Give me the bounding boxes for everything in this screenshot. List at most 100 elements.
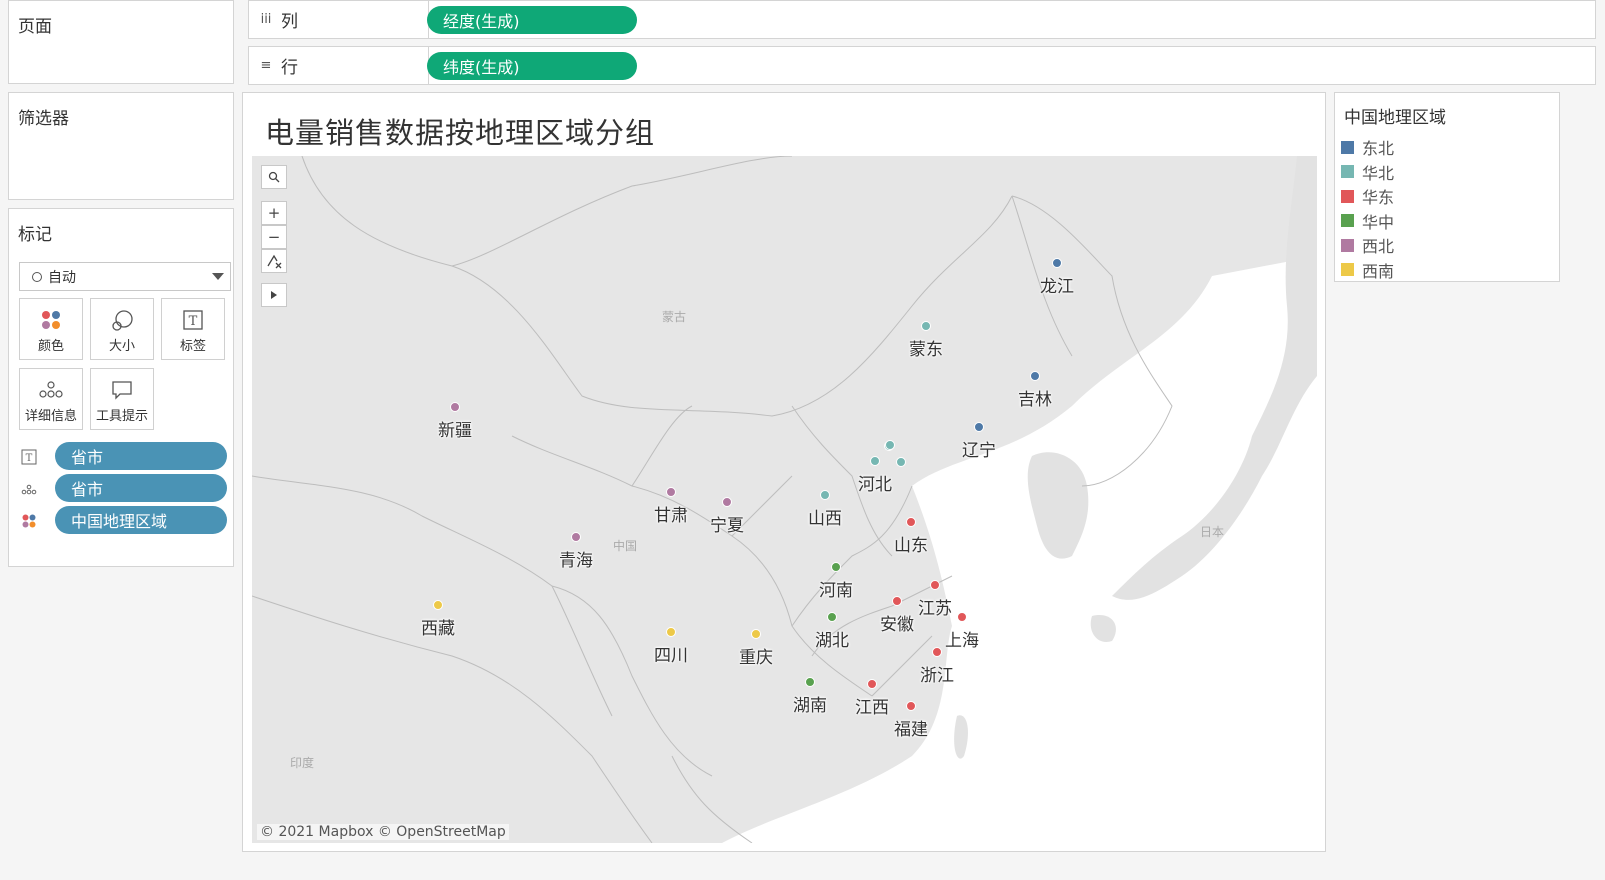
pages-title: 页面 xyxy=(18,17,52,37)
province-mark[interactable] xyxy=(433,600,443,610)
field-pill-province-label[interactable]: 省市 xyxy=(55,442,227,470)
columns-label: 列 xyxy=(281,12,298,32)
rows-shelf[interactable]: ≡ 行 纬度(生成) xyxy=(248,46,1596,85)
mark-type-dropdown[interactable]: 自动 xyxy=(19,262,231,291)
mark-type-value: 自动 xyxy=(48,269,76,286)
province-label: 宁夏 xyxy=(710,516,744,536)
province-mark[interactable] xyxy=(820,490,830,500)
province-label: 山西 xyxy=(808,509,842,529)
map[interactable]: 蒙古 中国 日本 印度 + − 龙江 吉林 辽宁 蒙东 河北 山西 山东 江苏 安徽 上海 浙江 江西… xyxy=(252,156,1317,843)
zoom-out-button[interactable]: − xyxy=(261,225,287,249)
legend-item[interactable]: 华中 xyxy=(1341,209,1394,233)
province-label: 江西 xyxy=(855,698,889,718)
basemap-label-india: 印度 xyxy=(290,756,315,770)
province-label: 新疆 xyxy=(438,421,472,441)
legend-item[interactable]: 华东 xyxy=(1341,184,1394,208)
province-label: 江苏 xyxy=(918,599,952,619)
marks-card: 标记 自动 颜色 大小 T 标签 详细信息 工具提示 T 省市 省市 中国地理区… xyxy=(8,208,234,567)
search-icon xyxy=(268,171,280,183)
map-attribution[interactable]: © 2021 Mapbox © OpenStreetMap xyxy=(257,824,509,840)
legend-label: 西南 xyxy=(1362,261,1395,281)
province-mark[interactable] xyxy=(666,487,676,497)
expand-toolbar-button[interactable] xyxy=(261,283,287,307)
mark-field-color: 中国地理区域 xyxy=(21,506,231,534)
province-mark[interactable] xyxy=(932,647,942,657)
province-mark[interactable] xyxy=(450,402,460,412)
minus-icon: − xyxy=(267,228,281,246)
legend-label: 华中 xyxy=(1362,212,1395,232)
province-mark[interactable] xyxy=(957,612,967,622)
basemap-label-mongolia: 蒙古 xyxy=(662,310,687,324)
legend-swatch xyxy=(1341,238,1354,252)
basemap-label-china: 中国 xyxy=(613,539,638,553)
label-button[interactable]: T 标签 xyxy=(161,298,225,360)
latitude-pill[interactable]: 纬度(生成) xyxy=(427,52,637,80)
pages-pane[interactable]: 页面 xyxy=(8,0,234,84)
province-label: 河北 xyxy=(858,475,892,495)
province-label: 福建 xyxy=(894,720,928,740)
province-mark[interactable] xyxy=(867,679,877,689)
tooltip-button[interactable]: 工具提示 xyxy=(90,368,154,430)
legend-swatch xyxy=(1341,165,1354,178)
rows-label: 行 xyxy=(281,58,298,78)
color-button[interactable]: 颜色 xyxy=(19,298,83,360)
province-mark[interactable] xyxy=(751,629,761,639)
province-mark[interactable] xyxy=(1030,371,1040,381)
field-pill-province-detail[interactable]: 省市 xyxy=(55,474,227,502)
detail-button-label: 详细信息 xyxy=(24,409,77,424)
columns-shelf[interactable]: iii 列 经度(生成) xyxy=(248,0,1596,39)
zoom-in-button[interactable]: + xyxy=(261,201,287,225)
province-mark[interactable] xyxy=(885,440,895,450)
province-label: 辽宁 xyxy=(962,441,996,461)
longitude-pill[interactable]: 经度(生成) xyxy=(427,6,637,34)
detail-button[interactable]: 详细信息 xyxy=(19,368,83,430)
province-mark[interactable] xyxy=(906,517,916,527)
field-pill-region-color[interactable]: 中国地理区域 xyxy=(55,506,227,534)
size-button[interactable]: 大小 xyxy=(90,298,154,360)
map-search-button[interactable] xyxy=(261,165,287,189)
province-mark[interactable] xyxy=(831,562,841,572)
pin-reset-icon xyxy=(267,254,282,269)
province-label: 浙江 xyxy=(920,666,954,686)
province-mark[interactable] xyxy=(930,580,940,590)
legend-item[interactable]: 西北 xyxy=(1341,233,1394,257)
legend-label: 东北 xyxy=(1362,139,1395,158)
legend-title: 中国地理区域 xyxy=(1344,108,1446,128)
province-label: 山东 xyxy=(894,536,928,556)
province-mark[interactable] xyxy=(921,321,931,331)
province-mark[interactable] xyxy=(666,627,676,637)
province-mark[interactable] xyxy=(805,677,815,687)
province-mark[interactable] xyxy=(722,497,732,507)
legend-swatch xyxy=(1341,189,1354,203)
province-mark[interactable] xyxy=(1052,258,1062,268)
circle-icon xyxy=(32,271,42,282)
province-label: 青海 xyxy=(559,551,593,571)
province-label: 上海 xyxy=(945,631,979,651)
filters-pane[interactable]: 筛选器 xyxy=(8,92,234,200)
province-mark[interactable] xyxy=(896,457,906,467)
chevron-down-icon xyxy=(212,273,224,280)
legend-item[interactable]: 西南 xyxy=(1341,258,1394,282)
view-title: 电量销售数据按地理区域分组 xyxy=(265,116,656,150)
province-mark[interactable] xyxy=(870,456,880,466)
reset-view-button[interactable] xyxy=(261,249,287,273)
province-mark[interactable] xyxy=(906,701,916,711)
province-label: 龙江 xyxy=(1040,277,1074,297)
size-icon xyxy=(112,310,133,331)
basemap xyxy=(252,156,1317,843)
province-mark[interactable] xyxy=(892,596,902,606)
legend-item[interactable]: 华北 xyxy=(1341,160,1394,184)
rows-shelf-label: ≡ 行 xyxy=(249,47,429,84)
basemap-label-japan: 日本 xyxy=(1200,525,1225,539)
province-mark[interactable] xyxy=(827,612,837,622)
province-mark[interactable] xyxy=(571,532,581,542)
legend-item[interactable]: 东北 xyxy=(1341,135,1394,159)
tooltip-button-label: 工具提示 xyxy=(95,409,148,424)
svg-text:T: T xyxy=(26,453,33,464)
rows-icon: ≡ xyxy=(260,58,272,73)
text-label-icon: T xyxy=(183,310,203,330)
province-label: 重庆 xyxy=(739,648,773,668)
province-mark[interactable] xyxy=(974,422,984,432)
color-legend: 中国地理区域 东北华北华东华中 西北西南 xyxy=(1334,92,1560,282)
legend-label: 华东 xyxy=(1362,188,1395,207)
